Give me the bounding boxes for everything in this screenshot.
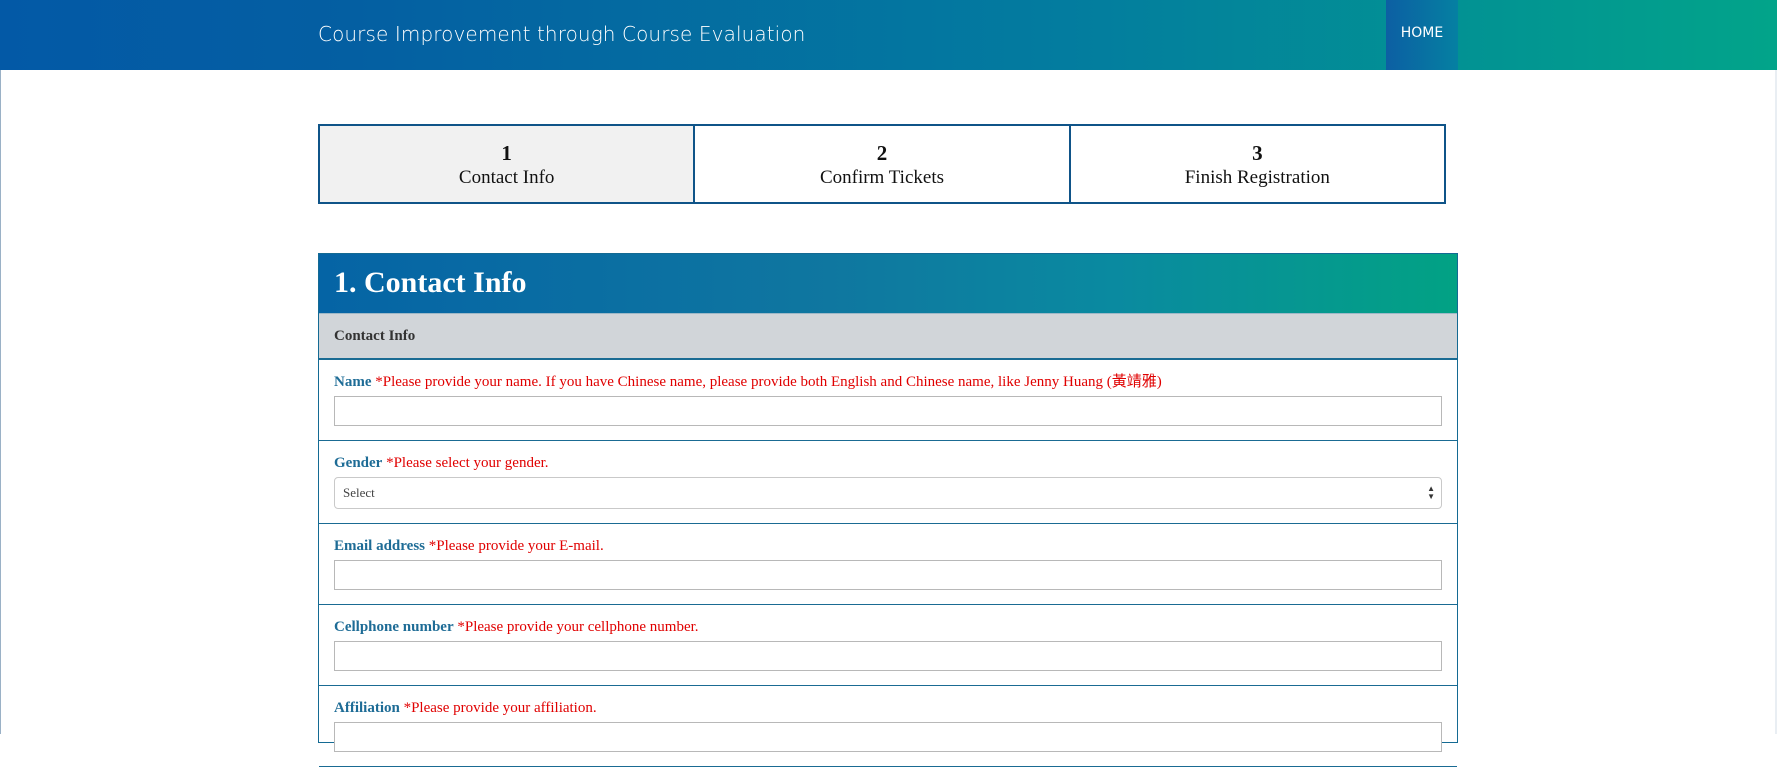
affiliation-label: Affiliation bbox=[334, 700, 400, 716]
step-label: Contact Info bbox=[458, 167, 555, 188]
name-input[interactable] bbox=[334, 396, 1442, 426]
gender-select[interactable]: Select ▲ ▼ bbox=[334, 477, 1442, 509]
gender-hint: *Please select your gender. bbox=[386, 455, 549, 471]
cellphone-field-group: Cellphone number *Please provide your ce… bbox=[319, 605, 1457, 686]
site-title[interactable]: Course Improvement through Course Evalua… bbox=[318, 22, 805, 46]
step-label: Confirm Tickets bbox=[819, 167, 945, 188]
subsection-title: Contact Info bbox=[319, 313, 1457, 360]
gender-label-row: Gender *Please select your gender. bbox=[334, 454, 1442, 472]
cellphone-hint: *Please provide your cellphone number. bbox=[457, 619, 699, 635]
email-label: Email address bbox=[334, 538, 425, 554]
gender-field-group: Gender *Please select your gender. Selec… bbox=[319, 441, 1457, 524]
top-navbar: Course Improvement through Course Evalua… bbox=[0, 0, 1777, 70]
contact-info-panel: 1. Contact Info Contact Info Name *Pleas… bbox=[318, 253, 1458, 767]
step-contact-info[interactable]: 1 Contact Info bbox=[320, 126, 694, 202]
step-number: 1 bbox=[501, 141, 512, 165]
name-label-row: Name *Please provide your name. If you h… bbox=[334, 373, 1442, 391]
step-finish-registration[interactable]: 3 Finish Registration bbox=[1068, 126, 1444, 202]
cellphone-label-row: Cellphone number *Please provide your ce… bbox=[334, 618, 1442, 636]
step-number: 3 bbox=[1252, 141, 1263, 165]
left-border bbox=[0, 70, 1, 734]
affiliation-hint: *Please provide your affiliation. bbox=[403, 700, 597, 716]
cellphone-input[interactable] bbox=[334, 641, 1442, 671]
step-number: 2 bbox=[876, 141, 888, 165]
name-hint: *Please provide your name. If you have C… bbox=[375, 374, 1162, 390]
email-input[interactable] bbox=[334, 560, 1442, 590]
registration-steps: 1 Contact Info 2 Confirm Tickets 3 Finis… bbox=[318, 124, 1446, 204]
name-field-group: Name *Please provide your name. If you h… bbox=[319, 360, 1457, 441]
name-label: Name bbox=[334, 374, 372, 390]
affiliation-field-group: Affiliation *Please provide your affilia… bbox=[319, 686, 1457, 767]
nav-home-link[interactable]: HOME bbox=[1386, 0, 1458, 70]
affiliation-label-row: Affiliation *Please provide your affilia… bbox=[334, 699, 1442, 717]
cellphone-label: Cellphone number bbox=[334, 619, 454, 635]
step-label: Finish Registration bbox=[1184, 167, 1330, 188]
email-label-row: Email address *Please provide your E-mai… bbox=[334, 537, 1442, 555]
step-confirm-tickets[interactable]: 2 Confirm Tickets bbox=[693, 126, 1068, 202]
affiliation-input[interactable] bbox=[334, 722, 1442, 752]
gender-label: Gender bbox=[334, 455, 383, 471]
email-hint: *Please provide your E-mail. bbox=[428, 538, 604, 554]
gender-select-value: Select bbox=[343, 485, 375, 500]
section-title: 1. Contact Info bbox=[319, 254, 1457, 313]
email-field-group: Email address *Please provide your E-mai… bbox=[319, 524, 1457, 605]
select-arrows-icon: ▲ ▼ bbox=[1427, 484, 1435, 501]
